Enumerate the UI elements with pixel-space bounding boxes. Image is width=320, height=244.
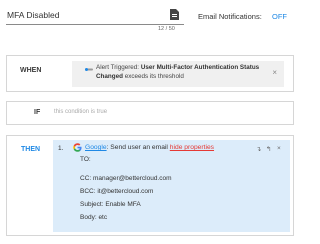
google-icon [73,143,82,152]
field-bcc-key: BCC: [80,188,96,195]
field-cc[interactable]: CC: manager@bettercloud.com [80,175,172,182]
provider-colon: : [106,144,109,151]
trigger-prefix: Alert Triggered: [96,64,140,71]
field-subject-key: Subject: [80,201,104,208]
field-subject[interactable]: Subject: Enable MFA [80,201,141,208]
email-notifications-label: Email Notifications: [198,12,262,21]
if-section: IF this condition is true [6,101,294,125]
char-count: 12 / 50 [158,26,175,32]
field-cc-key: CC: [80,175,92,182]
provider-link[interactable]: Google [85,144,107,151]
field-bcc[interactable]: BCC: it@bettercloud.com [80,188,153,195]
action-name: Send user an email [110,144,168,151]
when-label: WHEN [20,67,42,74]
field-body[interactable]: Body: etc [80,214,107,221]
alert-trigger-icon [85,68,93,71]
field-body-key: Body: [80,214,97,221]
if-label: IF [34,109,41,116]
email-notifications-toggle[interactable]: OFF [272,12,287,21]
remove-trigger-close-icon[interactable]: × [272,68,277,77]
action-title: Google: Send user an email hide properti… [85,144,214,151]
field-bcc-value: it@bettercloud.com [97,188,154,195]
hide-properties-link[interactable]: hide properties [170,144,214,151]
step-number: 1. [58,145,64,152]
trigger-suffix: exceeds its threshold [124,72,184,80]
move-down-icon[interactable]: ↴ [256,145,261,153]
workflow-name-input[interactable] [6,6,184,25]
trigger-description: Alert Triggered: User Multi-Factor Authe… [96,64,266,82]
field-to[interactable]: TO: [80,156,91,163]
action-card: 1. Google: Send user an email hide prope… [53,140,290,232]
field-body-value: etc [98,214,108,221]
then-label: THEN [21,146,41,153]
trigger-card[interactable]: Alert Triggered: User Multi-Factor Authe… [72,61,284,87]
condition-placeholder[interactable]: this condition is true [54,109,107,115]
document-icon[interactable] [170,9,179,20]
when-section: WHEN Alert Triggered: User Multi-Factor … [6,55,294,92]
field-to-key: TO: [80,156,91,163]
move-up-icon[interactable]: ↰ [266,145,271,153]
field-subject-value: Enable MFA [105,201,141,208]
field-cc-value: manager@bettercloud.com [93,175,172,182]
then-section: THEN 1. Google: Send user an email hide … [6,135,294,236]
remove-action-close-icon[interactable]: × [277,145,281,152]
